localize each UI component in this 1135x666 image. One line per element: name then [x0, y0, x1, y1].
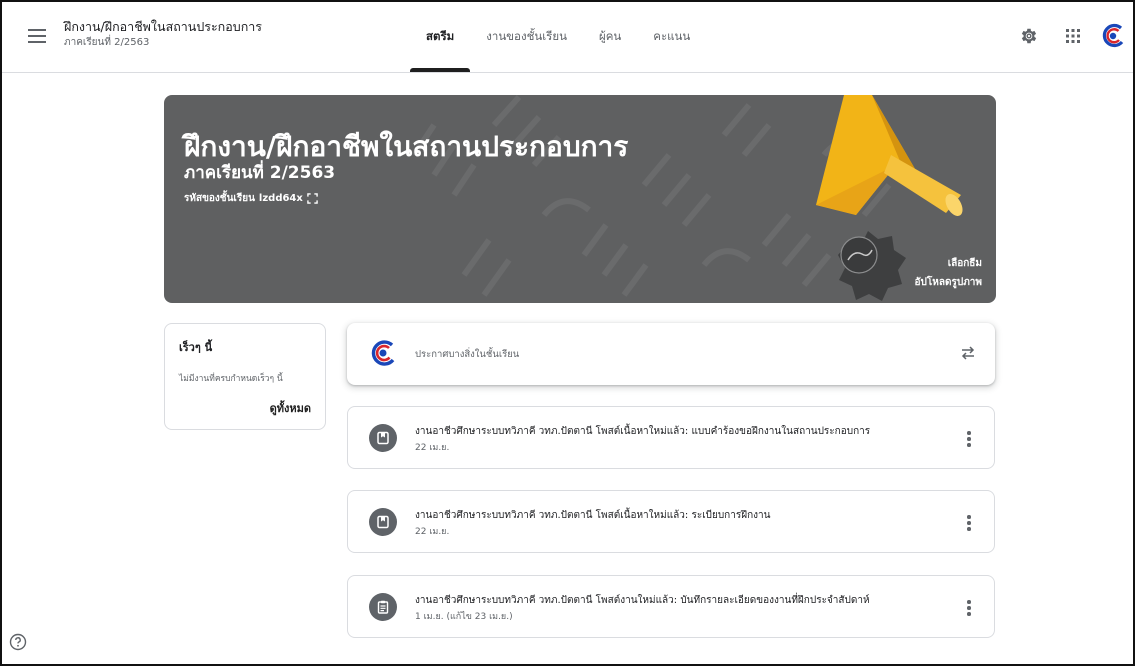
- gear-icon[interactable]: [1019, 26, 1039, 46]
- post-date: 22 เม.ย.: [415, 527, 450, 537]
- class-code-label: รหัสของชั้นเรียน: [184, 193, 255, 204]
- select-theme-link[interactable]: เลือกธีม: [948, 256, 982, 271]
- classroom-window: ฝึกงาน/ฝึกอาชีพในสถานประกอบการ ภาคเรียนท…: [0, 0, 1135, 666]
- announce-box[interactable]: ประกาศบางสิ่งในชั้นเรียน: [347, 323, 995, 385]
- stream-post[interactable]: งานอาชีวศึกษาระบบทวิภาคี วทภ.ปัตตานี โพส…: [347, 575, 995, 638]
- apps-grid-icon[interactable]: [1065, 28, 1081, 44]
- post-title: งานอาชีวศึกษาระบบทวิภาคี วทภ.ปัตตานี โพส…: [415, 510, 771, 521]
- stream-post[interactable]: งานอาชีวศึกษาระบบทวิภาคี วทภ.ปัตตานี โพส…: [347, 406, 995, 469]
- upcoming-empty-text: ไม่มีงานที่ครบกำหนดเร็วๆ นี้: [179, 374, 283, 384]
- material-icon: [369, 508, 397, 536]
- tab-people[interactable]: ผู้คน: [583, 2, 637, 72]
- stream-post[interactable]: งานอาชีวศึกษาระบบทวิภาคี วทภ.ปัตตานี โพส…: [347, 490, 995, 553]
- menu-icon[interactable]: [28, 29, 46, 43]
- expand-code-icon[interactable]: [307, 193, 318, 204]
- more-vert-icon[interactable]: [966, 598, 972, 616]
- class-code: รหัสของชั้นเรียน lzdd64x: [184, 191, 318, 206]
- post-title: งานอาชีวศึกษาระบบทวิภาคี วทภ.ปัตตานี โพส…: [415, 595, 870, 606]
- help-icon[interactable]: [9, 633, 27, 651]
- upload-photo-link[interactable]: อัปโหลดรูปภาพ: [915, 275, 982, 290]
- more-vert-icon[interactable]: [966, 429, 972, 447]
- class-tabs: สตรีม งานของชั้นเรียน ผู้คน คะแนน: [410, 2, 706, 72]
- upcoming-title: เร็วๆ นี้: [179, 341, 213, 354]
- school-logo-icon[interactable]: [1100, 23, 1126, 49]
- class-banner: ฝึกงาน/ฝึกอาชีพในสถานประกอบการ ภาคเรียนท…: [164, 95, 996, 303]
- post-title: งานอาชีวศึกษาระบบทวิภาคี วทภ.ปัตตานี โพส…: [415, 426, 871, 437]
- more-vert-icon[interactable]: [966, 513, 972, 531]
- class-code-value: lzdd64x: [258, 193, 303, 204]
- post-date: 1 เม.ย. (แก้ไข 23 เม.ย.): [415, 612, 513, 622]
- upcoming-card: เร็วๆ นี้ ไม่มีงานที่ครบกำหนดเร็วๆ นี้ ด…: [164, 323, 326, 430]
- announce-placeholder: ประกาศบางสิ่งในชั้นเรียน: [415, 349, 520, 360]
- tab-classwork[interactable]: งานของชั้นเรียน: [470, 2, 583, 72]
- top-app-bar: ฝึกงาน/ฝึกอาชีพในสถานประกอบการ ภาคเรียนท…: [2, 2, 1133, 73]
- banner-subtitle: ภาคเรียนที่ 2/2563: [184, 163, 336, 183]
- post-date: 22 เม.ย.: [415, 443, 450, 453]
- view-all-link[interactable]: ดูทั้งหมด: [270, 399, 311, 417]
- repost-icon[interactable]: [959, 344, 977, 362]
- class-name[interactable]: ฝึกงาน/ฝึกอาชีพในสถานประกอบการ: [64, 17, 262, 37]
- tab-stream[interactable]: สตรีม: [410, 2, 471, 72]
- megaphone-illustration: [816, 95, 963, 301]
- avatar: [370, 340, 396, 366]
- assignment-icon: [369, 593, 397, 621]
- material-icon: [369, 424, 397, 452]
- class-section: ภาคเรียนที่ 2/2563: [64, 37, 150, 48]
- tab-grades[interactable]: คะแนน: [637, 2, 706, 72]
